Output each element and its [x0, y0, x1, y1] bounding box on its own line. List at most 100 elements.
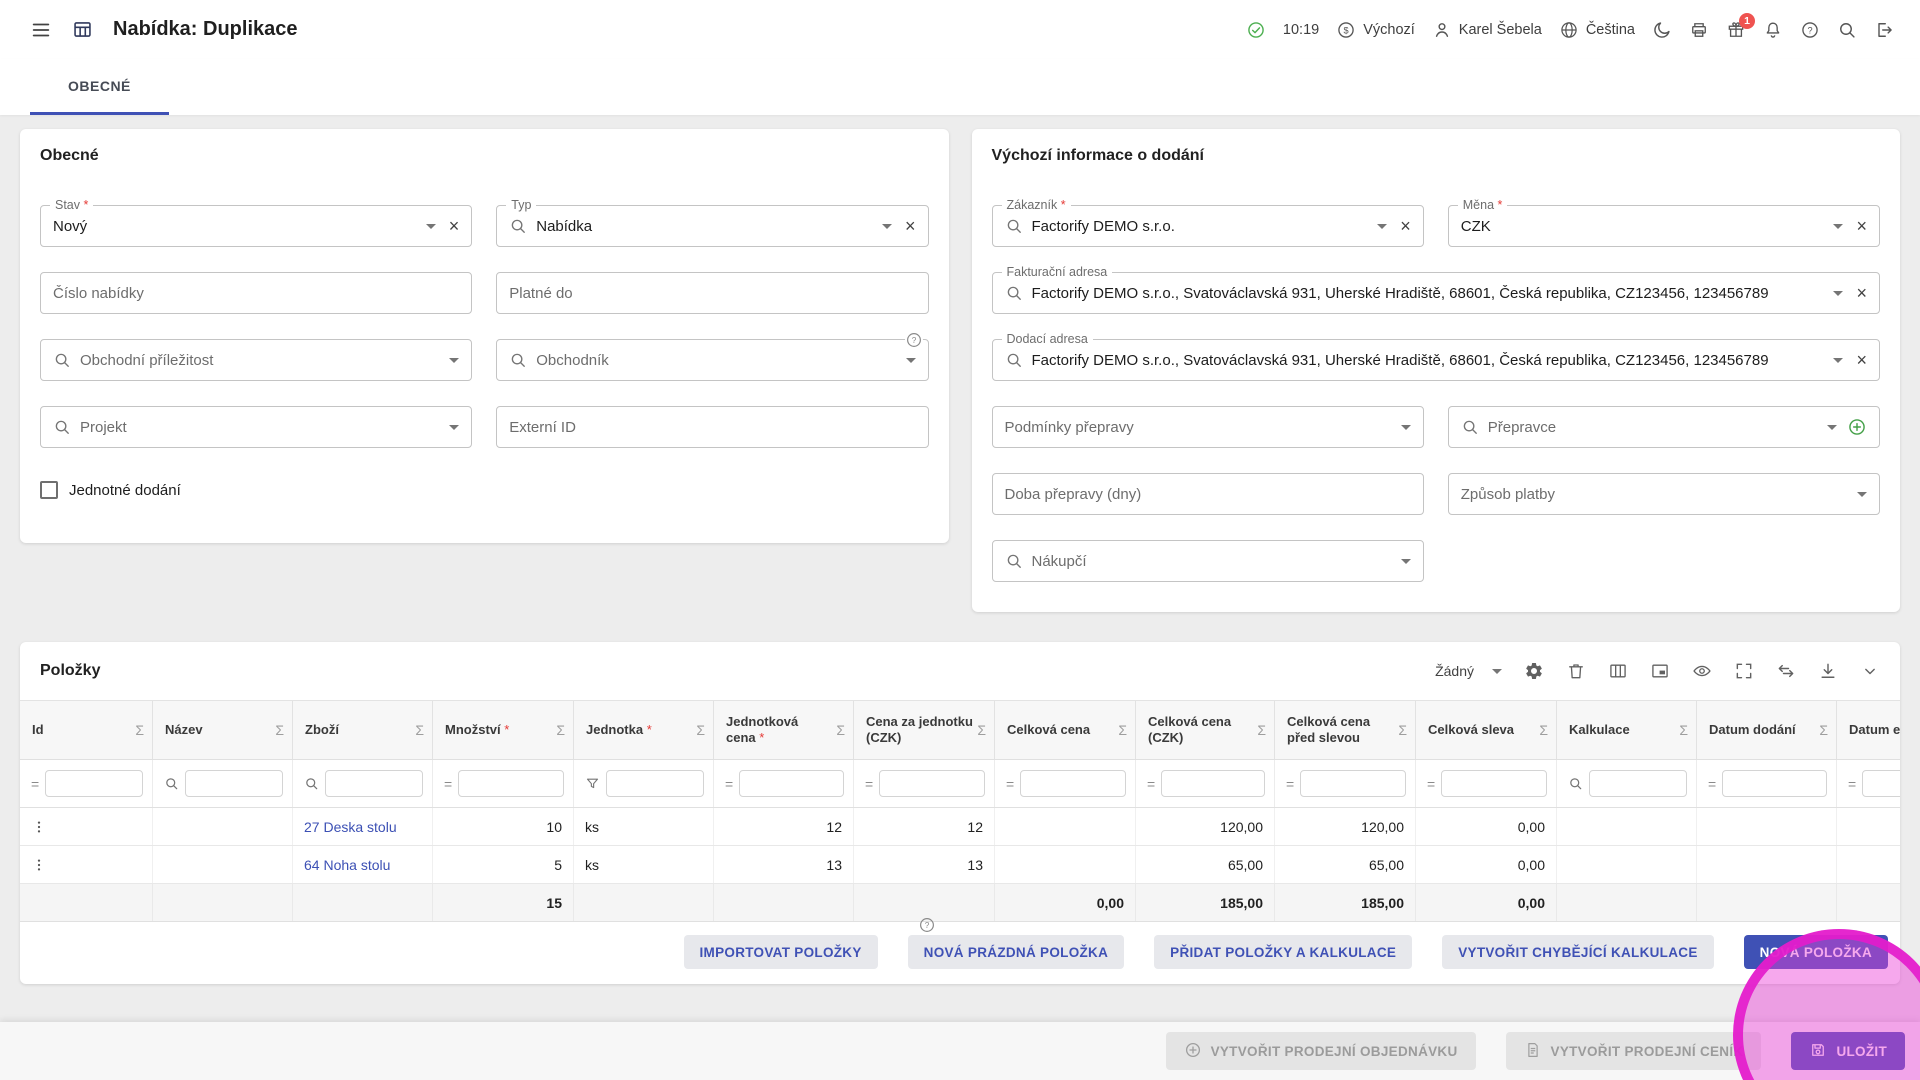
equals-operator-icon[interactable]: = [725, 776, 733, 792]
visibility-icon[interactable] [1692, 661, 1712, 681]
column-header[interactable]: Celková cena Σ [995, 701, 1136, 759]
row-menu-icon[interactable] [31, 857, 47, 873]
help-icon[interactable]: ? [918, 916, 936, 934]
panel-icon[interactable] [1650, 661, 1670, 681]
shipping-address-field[interactable]: Dodací adresa Factorify DEMO s.r.o., Sva… [991, 332, 1880, 381]
aggregate-icon[interactable]: Σ [1257, 722, 1266, 738]
clear-icon[interactable]: × [1400, 217, 1411, 235]
customer-field[interactable]: Zákazník * Factorify DEMO s.r.o. × [991, 198, 1424, 247]
billing-address-field[interactable]: Fakturační adresa Factorify DEMO s.r.o.,… [991, 265, 1880, 314]
equals-operator-icon[interactable]: = [1848, 776, 1856, 792]
row-menu-icon[interactable] [31, 819, 47, 835]
column-header[interactable]: Cena za jednotku (CZK) Σ [854, 701, 995, 759]
chevron-down-icon[interactable] [1377, 223, 1388, 229]
quote-number-field[interactable]: Číslo nabídky [40, 272, 473, 314]
search-icon[interactable] [1837, 20, 1857, 40]
search-icon[interactable] [1568, 776, 1583, 791]
valid-until-field[interactable]: Platné do [496, 272, 929, 314]
settings-icon[interactable] [1524, 661, 1544, 681]
new-item-button[interactable]: NOVÁ POLOŽKA [1743, 935, 1888, 969]
column-header[interactable]: Celková cena před slevou Σ [1275, 701, 1416, 759]
swap-horizontal-icon[interactable] [1776, 661, 1796, 681]
delete-icon[interactable] [1566, 661, 1586, 681]
aggregate-icon[interactable]: Σ [1539, 722, 1548, 738]
columns-icon[interactable] [1608, 661, 1628, 681]
filter-input[interactable] [325, 770, 423, 797]
currency-field[interactable]: Měna * CZK × [1447, 198, 1880, 247]
payment-method-field[interactable]: Způsob platby [1447, 473, 1880, 515]
column-header[interactable]: Zboží Σ [293, 701, 433, 759]
create-missing-calculations-button[interactable]: VYTVOŘIT CHYBĚJÍCÍ KALKULACE [1442, 935, 1714, 969]
dark-mode-icon[interactable] [1652, 20, 1672, 40]
search-icon[interactable] [304, 776, 319, 791]
download-icon[interactable] [1818, 661, 1838, 681]
filter-input[interactable] [606, 770, 704, 797]
shipping-terms-field[interactable]: Podmínky přepravy [991, 406, 1424, 448]
notifications-icon[interactable] [1763, 20, 1783, 40]
aggregate-icon[interactable]: Σ [696, 722, 705, 738]
aggregate-icon[interactable]: Σ [1398, 722, 1407, 738]
aggregate-icon[interactable]: Σ [415, 722, 424, 738]
column-header[interactable]: Jednotka * Σ [574, 701, 714, 759]
filter-input[interactable] [45, 770, 143, 797]
print-queue-icon[interactable] [1689, 20, 1709, 40]
chevron-down-icon[interactable] [449, 424, 460, 430]
shipping-time-field[interactable]: Doba přepravy (dny) [991, 473, 1424, 515]
column-header[interactable]: Datum dodání Σ [1697, 701, 1837, 759]
single-delivery-checkbox-row[interactable]: Jednotné dodání [40, 481, 181, 499]
clear-icon[interactable]: × [1856, 351, 1867, 369]
chevron-down-icon[interactable] [1833, 290, 1844, 296]
chevron-down-icon[interactable] [1833, 357, 1844, 363]
profile-selector[interactable]: $ Výchozí [1336, 20, 1415, 40]
chevron-down-icon[interactable] [425, 223, 436, 229]
equals-operator-icon[interactable]: = [1286, 776, 1294, 792]
collapse-icon[interactable] [1860, 661, 1880, 681]
aggregate-icon[interactable]: Σ [1679, 722, 1688, 738]
aggregate-icon[interactable]: Σ [275, 722, 284, 738]
item-link[interactable]: 27 Deska stolu [304, 819, 397, 835]
item-link[interactable]: 64 Noha stolu [304, 857, 390, 873]
create-sales-order-button[interactable]: VYTVOŘIT PRODEJNÍ OBJEDNÁVKU [1165, 1032, 1476, 1070]
user-menu[interactable]: Karel Šebela [1432, 20, 1542, 40]
search-icon[interactable] [164, 776, 179, 791]
aggregate-icon[interactable]: Σ [135, 722, 144, 738]
import-items-button[interactable]: IMPORTOVAT POLOŽKY [683, 935, 878, 969]
chevron-down-icon[interactable] [1400, 424, 1411, 430]
column-header[interactable]: Datum expedicΣ [1837, 701, 1900, 759]
carrier-field[interactable]: Přepravce [1447, 406, 1880, 448]
equals-operator-icon[interactable]: = [1147, 776, 1155, 792]
aggregate-icon[interactable]: Σ [836, 722, 845, 738]
tab-obecne[interactable]: OBECNÉ [30, 59, 169, 115]
column-header[interactable]: Id Σ [20, 701, 153, 759]
filter-input[interactable] [185, 770, 283, 797]
column-header[interactable]: Celková cena (CZK) Σ [1136, 701, 1275, 759]
filter-input[interactable] [1161, 770, 1265, 797]
filter-input[interactable] [1722, 770, 1827, 797]
filter-input[interactable] [879, 770, 985, 797]
equals-operator-icon[interactable]: = [1708, 776, 1716, 792]
buyer-field[interactable]: Nákupčí [991, 540, 1424, 582]
language-selector[interactable]: Čeština [1559, 20, 1635, 40]
new-empty-item-button[interactable]: NOVÁ PRÁZDNÁ POLOŽKA [907, 935, 1125, 969]
column-header[interactable]: Celková sleva Σ [1416, 701, 1557, 759]
filter-input[interactable] [1300, 770, 1406, 797]
clear-icon[interactable]: × [449, 217, 460, 235]
project-field[interactable]: Projekt [40, 406, 473, 448]
chevron-down-icon[interactable] [1400, 558, 1411, 564]
aggregate-icon[interactable]: Σ [556, 722, 565, 738]
table-row[interactable]: 27 Deska stolu 10 ks 12 12 120,00 120,00 0,00 [20, 808, 1900, 846]
filter-input[interactable] [458, 770, 564, 797]
filter-input[interactable] [1020, 770, 1126, 797]
equals-operator-icon[interactable]: = [444, 776, 452, 792]
external-id-field[interactable]: Externí ID [496, 406, 929, 448]
menu-icon[interactable] [30, 19, 52, 41]
column-header[interactable]: Množství * Σ [433, 701, 574, 759]
filter-input[interactable] [739, 770, 844, 797]
status-field[interactable]: Stav * Nový × [40, 198, 473, 247]
salesperson-field[interactable]: ? Obchodník [496, 331, 929, 381]
clear-icon[interactable]: × [1856, 217, 1867, 235]
column-header[interactable]: Jednotková cena * Σ [714, 701, 854, 759]
aggregation-selector[interactable]: Žádný [1435, 663, 1502, 679]
aggregate-icon[interactable]: Σ [1819, 722, 1828, 738]
filter-input[interactable] [1862, 770, 1900, 797]
